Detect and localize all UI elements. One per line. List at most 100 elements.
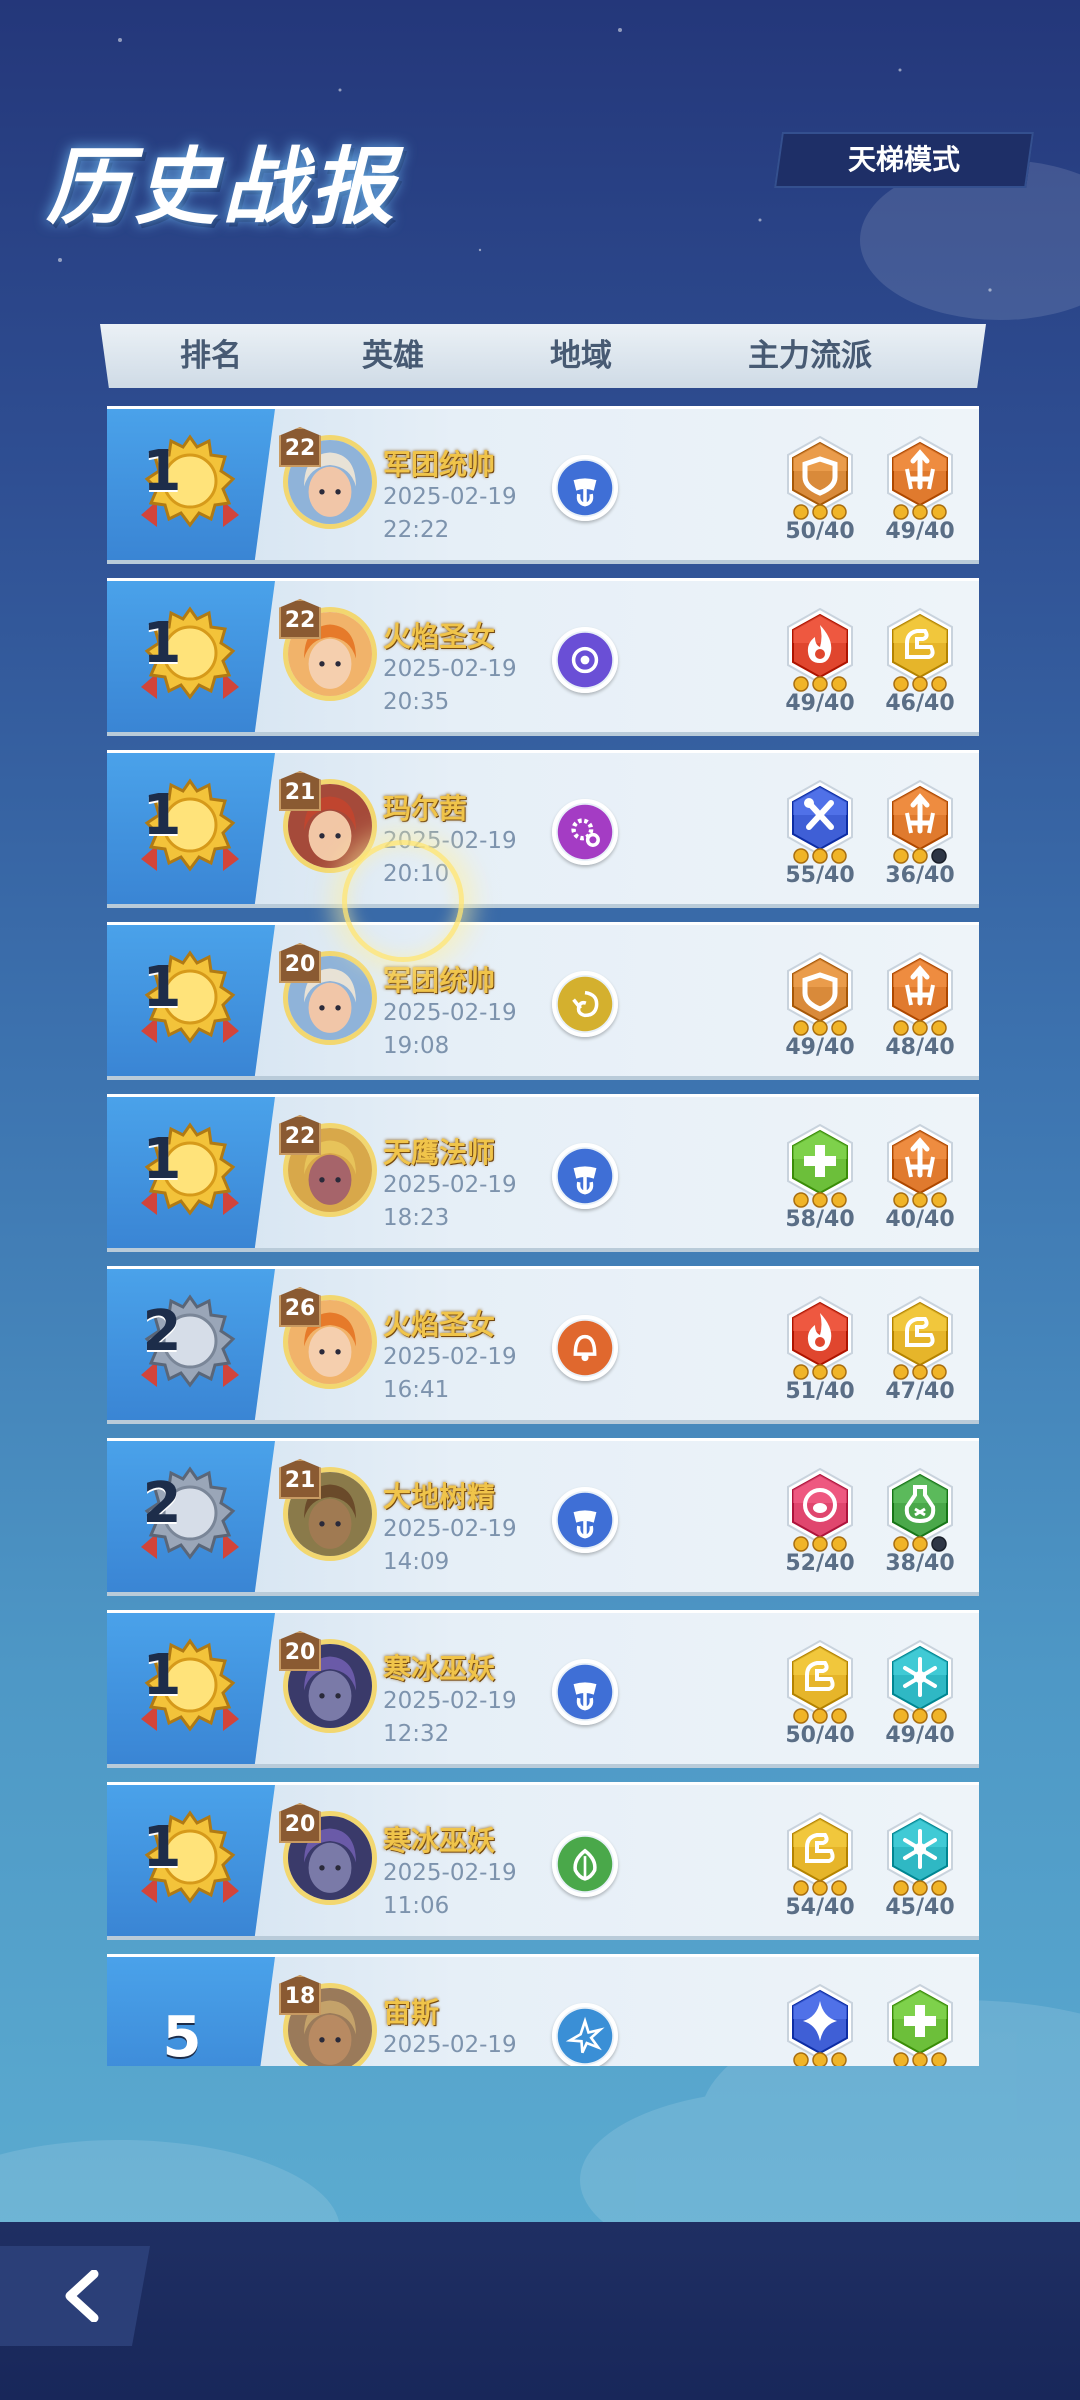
match-row[interactable]: 5 18 宙斯 2025-02-19 [107,1954,979,2066]
match-row[interactable]: 1 22 天鹰法师 2025-02-19 18:23 58/40 40/40 24/40 [107,1094,979,1252]
trait-value: 48/40 [885,1035,955,1060]
region-icon[interactable] [552,1487,618,1553]
muscle-icon [787,1639,853,1717]
region-icon[interactable] [552,1659,618,1725]
trait-badge[interactable]: 48/40 [881,951,959,1061]
hero-level-badge: 21 [279,771,321,811]
shield-icon [787,951,853,1029]
potion-icon [887,1467,953,1545]
helmet-emblem-icon [557,1320,613,1376]
trait-value: 47/40 [885,1379,955,1404]
trait-badge[interactable]: 50/40 [781,435,859,545]
trait-badge[interactable]: 58/40 [781,1123,859,1233]
match-datetime: 2025-02-19 11:06 [383,1857,533,1923]
sword-icon [887,1123,953,1201]
trait-badge[interactable]: 36/40 [881,779,959,889]
match-row[interactable]: 1 20 寒冰巫妖 2025-02-19 12:32 50/40 49/40 20/40 [107,1610,979,1768]
sword-icon [887,951,953,1029]
trait-badge[interactable] [781,1983,859,2066]
match-datetime: 2025-02-19 16:41 [383,1341,533,1407]
hero-level-badge: 20 [279,1631,321,1671]
bottom-bar [0,2222,1080,2400]
level-dots [893,2052,947,2066]
trait-value: 38/40 [885,1551,955,1576]
region-icon[interactable] [552,1315,618,1381]
trait-badge[interactable]: 55/40 [781,779,859,889]
trait-badge[interactable]: 49/40 [881,435,959,545]
hero-name: 军团统帅 [383,448,496,481]
trait-value: 36/40 [885,863,955,888]
trident-emblem-icon [557,460,613,516]
trait-value: 50/40 [785,1723,855,1748]
rank-number: 1 [142,439,182,504]
trait-value: 33/40 [971,863,979,888]
region-icon[interactable] [552,1143,618,1209]
trait-badge[interactable]: 40/40 [881,1123,959,1233]
match-time: 14:09 [383,1549,450,1575]
match-list[interactable]: 122军团统帅2025-02-1922:2250/4049/4033/40122… [0,0,1080,2066]
trait-badge[interactable]: 47/40 [881,1295,959,1405]
trait-badge[interactable]: 46/40 [881,607,959,717]
trait-value: 46/40 [885,691,955,716]
match-row[interactable]: 1 20 军团统帅 2025-02-19 19:08 49/40 48/40 33/40 [107,922,979,1080]
match-date: 2025-02-19 [383,656,517,682]
trait-value: 51/40 [785,1379,855,1404]
match-row[interactable]: 1 20 寒冰巫妖 2025-02-19 11:06 54/40 45/40 17/20 [107,1782,979,1940]
match-row[interactable]: 121玛尔茜2025-02-1920:1055/4036/4033/40 [107,750,979,908]
trait-badge[interactable]: 38/40 [881,1467,959,1577]
region-icon[interactable] [552,799,618,865]
hero-name: 火焰圣女 [383,620,496,653]
trait-badge[interactable]: 49/40 [781,607,859,717]
rank-number: 5 [162,2005,202,2066]
region-icon[interactable] [552,627,618,693]
match-row[interactable]: 1 22 火焰圣女 2025-02-19 20:35 49/40 46/40 28/40 [107,578,979,736]
hero-name: 天鹰法师 [383,1136,496,1169]
match-row[interactable]: 2 26 火焰圣女 2025-02-19 16:41 51/40 47/40 46/40 [107,1266,979,1424]
trait-badge[interactable]: 54/40 [781,1811,859,1921]
gear-emblem-icon [557,804,613,860]
hero-level-badge: 22 [279,1115,321,1155]
rank-number: 2 [142,1471,182,1536]
region-icon[interactable] [552,971,618,1037]
back-button[interactable] [0,2246,150,2346]
hero-level-badge: 22 [279,599,321,639]
rank-number: 1 [142,1127,182,1192]
match-date: 2025-02-19 [383,1860,517,1886]
region-icon[interactable] [552,2003,618,2066]
flame-icon [787,1295,853,1373]
match-time: 12:32 [383,1721,450,1747]
trait-badge[interactable]: 52/40 [781,1467,859,1577]
rank-number: 1 [142,1643,182,1708]
muscle-icon [887,607,953,685]
cross-icon [787,1123,853,1201]
sword-icon [887,435,953,513]
region-icon[interactable] [552,1831,618,1897]
match-date: 2025-02-19 [383,1516,517,1542]
trait-value: 33/40 [971,1035,979,1060]
trident-emblem-icon [557,1664,613,1720]
rank-number: 1 [142,955,182,1020]
trait-value: 45/40 [885,1895,955,1920]
region-icon[interactable] [552,455,618,521]
trait-badge[interactable]: 50/40 [781,1639,859,1749]
trait-badge[interactable]: 45/40 [881,1811,959,1921]
match-row[interactable]: 1 22 军团统帅 2025-02-19 22:22 50/40 49/40 33/40 [107,406,979,564]
match-time: 20:35 [383,689,450,715]
match-row[interactable]: 2 21 大地树精 2025-02-19 14:09 52/40 38/40 30/40 [107,1438,979,1596]
match-datetime: 2025-02-19 22:22 [383,481,533,547]
match-date: 2025-02-19 [383,1000,517,1026]
trait-badge[interactable]: 49/40 [881,1639,959,1749]
hero-level-badge: 22 [279,427,321,467]
snowflake-icon [887,1811,953,1889]
hero-name: 大地树精 [383,1480,496,1513]
trait-value: 28/40 [971,691,979,716]
trait-badge[interactable]: 49/40 [781,951,859,1061]
match-datetime: 2025-02-19 [383,2029,533,2062]
hero-level-badge: 26 [279,1287,321,1327]
trait-badge[interactable] [881,1983,959,2066]
match-date: 2025-02-19 [383,2032,517,2058]
level-dots [793,2052,847,2066]
trait-badge[interactable]: 51/40 [781,1295,859,1405]
rank-number: 1 [142,783,182,848]
trait-value: 58/40 [785,1207,855,1232]
